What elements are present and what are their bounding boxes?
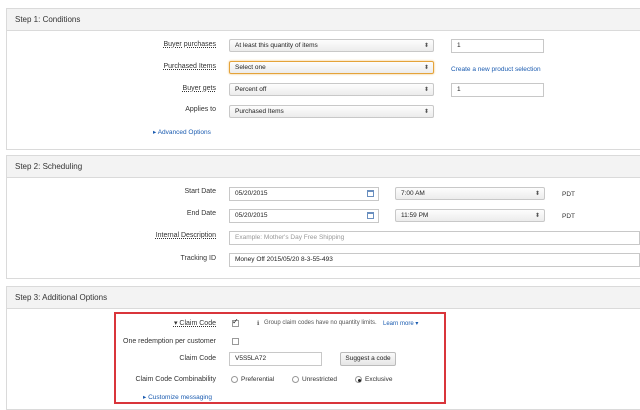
internal-description-label: Internal Description xyxy=(155,232,216,239)
calendar-icon[interactable] xyxy=(367,190,374,197)
start-time-value: 7:00 AM xyxy=(401,190,425,197)
end-date-label: End Date xyxy=(186,210,216,217)
create-product-selection-link[interactable]: Create a new product selection xyxy=(451,66,541,73)
end-time-select[interactable]: 11:59 PM ⬍ xyxy=(395,209,545,222)
select-arrows-icon: ⬍ xyxy=(534,191,540,197)
start-date-value: 05/20/2015 xyxy=(235,190,268,197)
buyer-gets-value: Percent off xyxy=(235,86,267,93)
select-arrows-icon: ⬍ xyxy=(423,43,429,49)
select-arrows-icon: ⬍ xyxy=(423,65,429,71)
select-arrows-icon: ⬍ xyxy=(423,109,429,115)
end-date-input[interactable]: 05/20/2015 xyxy=(229,209,379,223)
start-date-label: Start Date xyxy=(184,188,216,195)
advanced-options-link[interactable]: ▸ Advanced Options xyxy=(153,128,211,136)
buyer-gets-select[interactable]: Percent off ⬍ xyxy=(229,83,434,96)
tracking-id-input[interactable]: Money Off 2015/05/20 8-3-55-493 xyxy=(229,253,640,267)
buyer-purchases-qty-input[interactable]: 1 xyxy=(451,39,544,53)
select-arrows-icon: ⬍ xyxy=(534,213,540,219)
purchased-items-value: Select one xyxy=(235,64,266,71)
buyer-purchases-select[interactable]: At least this quantity of items ⬍ xyxy=(229,39,434,52)
start-date-input[interactable]: 05/20/2015 xyxy=(229,187,379,201)
advanced-options-label: Advanced Options xyxy=(157,129,211,136)
select-arrows-icon: ⬍ xyxy=(423,87,429,93)
buyer-purchases-label: Buyer purchases xyxy=(163,41,216,48)
highlight-box xyxy=(114,312,446,404)
buyer-gets-qty-input[interactable]: 1 xyxy=(451,83,544,97)
purchased-items-label: Purchased Items xyxy=(163,63,216,70)
applies-to-value: Purchased Items xyxy=(235,108,284,115)
step2-title: Step 2: Scheduling xyxy=(7,156,640,178)
step3-title: Step 3: Additional Options xyxy=(7,287,640,309)
applies-to-select[interactable]: Purchased Items ⬍ xyxy=(229,105,434,118)
calendar-icon[interactable] xyxy=(367,212,374,219)
step1-title: Step 1: Conditions xyxy=(7,9,640,31)
internal-description-input[interactable]: Example: Mother's Day Free Shipping xyxy=(229,231,640,245)
end-timezone: PDT xyxy=(562,213,575,220)
purchased-items-select[interactable]: Select one ⬍ xyxy=(229,61,434,74)
step1-section: Step 1: Conditions xyxy=(6,8,640,150)
buyer-purchases-value: At least this quantity of items xyxy=(235,42,318,49)
buyer-gets-label: Buyer gets xyxy=(182,85,216,92)
start-time-select[interactable]: 7:00 AM ⬍ xyxy=(395,187,545,200)
start-timezone: PDT xyxy=(562,191,575,198)
applies-to-label: Applies to xyxy=(185,106,216,113)
end-date-value: 05/20/2015 xyxy=(235,212,268,219)
tracking-id-label: Tracking ID xyxy=(180,255,216,262)
end-time-value: 11:59 PM xyxy=(401,212,429,219)
